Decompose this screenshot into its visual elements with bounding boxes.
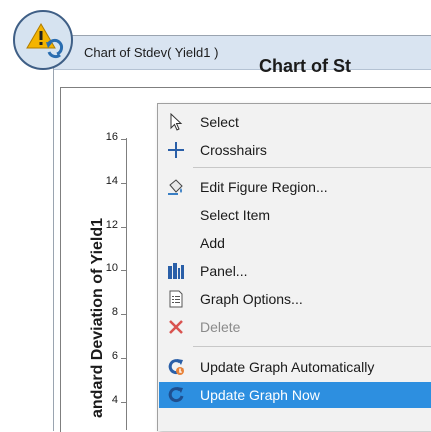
y-tick <box>121 270 126 271</box>
menu-label: Delete <box>200 319 241 335</box>
menu-item-crosshairs[interactable]: Crosshairs <box>159 137 431 163</box>
menu-item-update-graph-automatically[interactable]: Update Graph Automatically <box>159 354 431 380</box>
y-axis-line <box>126 138 127 430</box>
y-tick <box>121 139 126 140</box>
menu-item-panel[interactable]: Panel... <box>159 258 431 284</box>
graph-outdated-badge[interactable] <box>13 10 73 70</box>
y-tick-label: 12 <box>105 219 118 231</box>
menu-item-delete[interactable]: Delete <box>159 314 431 340</box>
auto-update-icon <box>168 359 184 375</box>
menu-item-update-graph-now[interactable]: Update Graph Now <box>159 382 431 408</box>
update-now-icon <box>168 387 184 403</box>
y-tick <box>121 183 126 184</box>
y-tick-label: 8 <box>111 306 118 318</box>
paint-bucket-icon <box>168 179 183 195</box>
menu-label: Add <box>200 235 225 251</box>
menu-label: Edit Figure Region... <box>200 179 328 195</box>
y-tick-label: 14 <box>105 175 118 187</box>
menu-item-select[interactable]: Select <box>159 109 431 135</box>
menu-label: Update Graph Now <box>200 387 320 403</box>
menu-item-select-item[interactable]: Select Item <box>159 202 431 228</box>
menu-label: Graph Options... <box>200 291 303 307</box>
menu-label: Update Graph Automatically <box>200 359 375 375</box>
document-icon <box>169 290 183 308</box>
menu-label: Crosshairs <box>200 142 267 158</box>
context-menu: Select Crosshairs Edit Figure Region... … <box>157 103 431 431</box>
y-tick <box>121 402 126 403</box>
y-tick <box>121 227 126 228</box>
y-tick-label: 4 <box>111 394 118 406</box>
y-tick-label: 10 <box>105 262 118 274</box>
menu-separator <box>193 167 431 168</box>
delete-x-icon <box>169 320 183 334</box>
window-title: Chart of Stdev( Yield1 ) <box>84 45 219 60</box>
panel-icon <box>168 263 184 279</box>
menu-item-add[interactable]: Add <box>159 230 431 256</box>
y-tick-label: 16 <box>105 131 118 143</box>
menu-item-graph-options[interactable]: Graph Options... <box>159 286 431 312</box>
menu-item-edit-figure-region[interactable]: Edit Figure Region... <box>159 174 431 200</box>
menu-label: Select <box>200 114 239 130</box>
y-tick <box>121 358 126 359</box>
menu-label: Select Item <box>200 207 271 223</box>
y-tick <box>121 314 126 315</box>
window-titlebar[interactable]: Chart of Stdev( Yield1 ) <box>54 36 431 70</box>
chart-title: Chart of St <box>259 56 351 76</box>
crosshairs-icon <box>168 142 184 158</box>
cursor-icon <box>170 113 183 131</box>
y-tick-label: 6 <box>111 350 118 362</box>
menu-separator <box>193 346 431 347</box>
warning-refresh-icon <box>26 23 64 59</box>
menu-label: Panel... <box>200 263 248 279</box>
